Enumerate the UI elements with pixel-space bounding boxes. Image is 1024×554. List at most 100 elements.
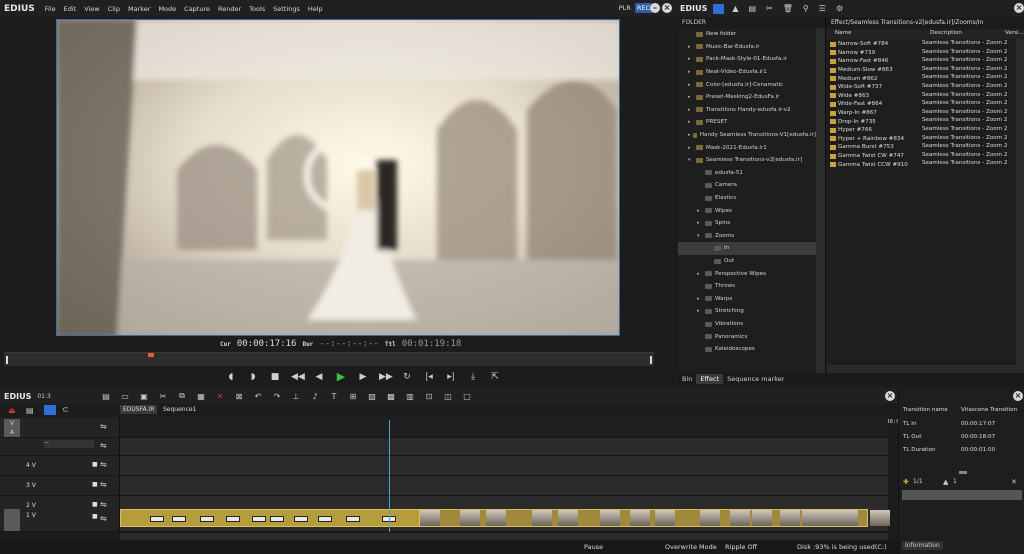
effect-row[interactable]: Medium #862 Seamless Transitions - Zoom 2… <box>827 74 1024 83</box>
folder-tree-item[interactable]: ▸ Mask-2021-Edusfa.ir1 <box>678 141 816 154</box>
effect-row[interactable]: Gamma Twist CCW #910 Seamless Transitions… <box>827 160 1024 169</box>
effect-row[interactable]: Drop-In #735 Seamless Transitions - Zoom … <box>827 117 1024 126</box>
cut-icon[interactable]: ✂ <box>766 4 773 13</box>
sequence-tab-sequence1[interactable]: Sequence1 <box>160 405 199 414</box>
rewind-icon[interactable]: ◀◀ <box>291 372 305 382</box>
expand-arrow-icon[interactable]: ▸ <box>688 44 696 50</box>
scrub-position-marker[interactable] <box>148 353 154 357</box>
step-forward-icon[interactable]: ▶ <box>357 372 369 382</box>
menu-view[interactable]: View <box>80 5 103 13</box>
audio-icon[interactable]: ♪ <box>309 392 321 401</box>
step-back-icon[interactable]: ◀ <box>313 372 325 382</box>
track-3v-toggle[interactable]: ■ <box>92 481 98 488</box>
marker-icon[interactable]: ⊥ <box>290 392 302 401</box>
va-toggle[interactable]: VA <box>4 419 20 437</box>
delete-icon[interactable]: ✕ <box>214 392 226 401</box>
info-delete-icon[interactable]: ✕ <box>1011 478 1017 486</box>
settings-icon[interactable]: ⚙ <box>836 4 843 13</box>
record-icon[interactable]: ⏏ <box>8 406 16 415</box>
folder-tree-item[interactable]: ▸ Preset-Masking2-EdusFa.ir <box>678 91 816 104</box>
track-1v-sync-icon[interactable]: ⇋ <box>100 514 107 523</box>
folder-tree-item[interactable]: Kaleidoscopes <box>678 343 816 356</box>
redo-icon[interactable]: ↷ <box>271 392 283 401</box>
prev-edit-icon[interactable]: |◂ <box>423 372 435 382</box>
render-icon[interactable]: ⊞ <box>347 392 359 401</box>
track-4v-lane[interactable] <box>120 456 888 475</box>
folder-tree-item[interactable]: ▸ Warps <box>678 293 816 306</box>
menu-file[interactable]: File <box>41 5 60 13</box>
expand-arrow-icon[interactable]: ▸ <box>697 271 705 277</box>
close-icon[interactable]: × <box>662 3 672 13</box>
effect-row[interactable]: Gamma Twist CW #747 Seamless Transitions … <box>827 152 1024 161</box>
folder-tree-item[interactable]: ▸ Music-Bar-Edusfa.ir <box>678 41 816 54</box>
track-sync-icon[interactable]: ⇋ <box>100 441 107 450</box>
save-icon[interactable]: ▣ <box>138 392 150 401</box>
folder-tree-item[interactable]: Camera <box>678 179 816 192</box>
stop-icon[interactable]: ■ <box>269 372 281 382</box>
effect-row[interactable]: Narrow-Soft #784 Seamless Transitions - Z… <box>827 40 1024 49</box>
transition-marker[interactable] <box>150 516 164 522</box>
folder-tree-item[interactable]: ▸ Stretching <box>678 305 816 318</box>
effect-row[interactable]: Hyper + Rainbow #834 Seamless Transitions… <box>827 135 1024 144</box>
upload-icon[interactable]: ▲ <box>732 4 738 13</box>
expand-arrow-icon[interactable]: ▸ <box>697 308 705 314</box>
folder-tree-item[interactable]: ▸ Wipes <box>678 204 816 217</box>
open-project-icon[interactable]: ▭ <box>119 392 131 401</box>
copy-icon[interactable]: ⧉ <box>176 391 188 401</box>
folder-tree-item[interactable]: ▾ Seamless Transitions-v2[edusfa.ir] <box>678 154 816 167</box>
title-icon[interactable]: T <box>328 392 340 401</box>
track-3v-lane[interactable] <box>120 476 888 495</box>
ripple-delete-icon[interactable]: ⊠ <box>233 392 245 401</box>
folder-tree-item[interactable]: New folder <box>678 28 816 41</box>
cut-clip-icon[interactable]: ✂ <box>157 392 169 401</box>
track-lane-empty[interactable] <box>120 438 888 455</box>
next-edit-icon[interactable]: ▸| <box>445 372 457 382</box>
menu-help[interactable]: Help <box>304 5 327 13</box>
effect-row[interactable]: Wide-Fast #864 Seamless Transitions - Zoo… <box>827 100 1024 109</box>
undo-icon[interactable]: ↶ <box>252 392 264 401</box>
fast-forward-icon[interactable]: ▶▶ <box>379 372 393 382</box>
transition-marker[interactable] <box>172 516 186 522</box>
expand-arrow-icon[interactable]: ▸ <box>688 69 696 75</box>
expand-arrow-icon[interactable]: ▸ <box>688 145 696 151</box>
list-view-icon[interactable]: ☰ <box>819 4 826 13</box>
folder-tree-item[interactable]: ▸ Transitions Handy-edusfa.ir-v2 <box>678 104 816 117</box>
expand-arrow-icon[interactable]: ▾ <box>688 157 696 163</box>
folder-tree-item[interactable]: Panoramics <box>678 330 816 343</box>
folder-icon[interactable]: ▤ <box>749 4 757 13</box>
trash-icon[interactable]: 🗑 <box>783 4 793 13</box>
set-out-icon[interactable]: ◗ <box>247 372 259 382</box>
tab-bin[interactable]: Bin <box>678 374 696 384</box>
tab-sequence-marker[interactable]: Sequence marker <box>723 374 788 384</box>
link-mode-icon[interactable] <box>44 405 56 415</box>
track-1v-patch[interactable] <box>4 509 20 531</box>
search-icon[interactable]: ⚲ <box>803 4 809 13</box>
play-icon[interactable]: ▶ <box>335 370 347 383</box>
minimize-icon[interactable]: – <box>650 3 660 13</box>
loop-icon[interactable]: ↻ <box>401 372 413 382</box>
expand-arrow-icon[interactable]: ▸ <box>688 132 693 138</box>
track-1v-toggle[interactable]: ■ <box>92 513 98 520</box>
export-icon[interactable]: ⇱ <box>489 372 501 382</box>
multicam-icon[interactable]: ▩ <box>385 392 397 401</box>
folder-scrollbar[interactable] <box>816 28 825 374</box>
menu-edit[interactable]: Edit <box>60 5 81 13</box>
bin-close-icon[interactable]: × <box>1014 3 1024 13</box>
menu-mode[interactable]: Mode <box>154 5 180 13</box>
info-layer-icon[interactable]: ▲ <box>943 478 948 486</box>
player-scrub-bar[interactable] <box>4 352 654 366</box>
folder-tree-item[interactable]: ▸ Handy Seamless Transitions-V1[edusfa.ir… <box>678 129 816 142</box>
folder-tree-item[interactable]: ▸ Color-[edusfa.ir]-Cenamatic <box>678 78 816 91</box>
folder-tree-item[interactable]: ▾ Zooms <box>678 230 816 243</box>
info-effect-entry[interactable] <box>902 490 1022 500</box>
transition-marker[interactable] <box>346 516 360 522</box>
insert-icon[interactable]: ⤓ <box>467 372 479 382</box>
sync-icon[interactable]: ⊡ <box>423 392 435 401</box>
effect-row[interactable]: Wide #863 Seamless Transitions - Zoom 2.0… <box>827 92 1024 101</box>
folder-tree-item[interactable]: Vibrations <box>678 318 816 331</box>
column-version[interactable]: Versi... <box>997 30 1024 39</box>
menu-capture[interactable]: Capture <box>180 5 214 13</box>
folder-tree-item[interactable]: Elastics <box>678 192 816 205</box>
folder-tree-item[interactable]: ▸ Neat-Video-Edusfa.ir1 <box>678 66 816 79</box>
add-effect-icon[interactable]: ✚ <box>903 478 909 486</box>
